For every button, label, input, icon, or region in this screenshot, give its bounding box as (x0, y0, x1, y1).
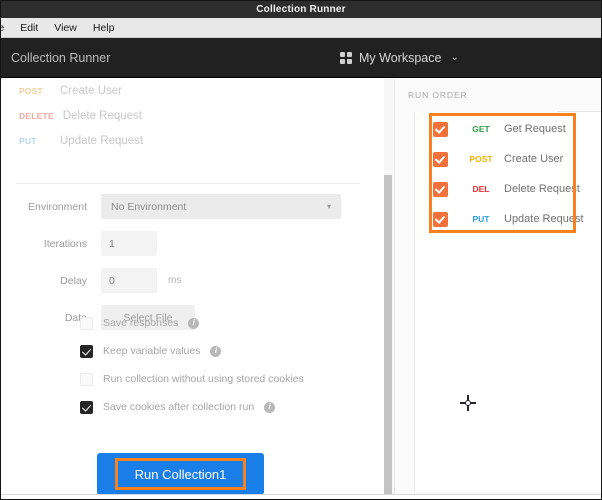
bottom-bar (1, 494, 601, 499)
checkbox-run-order-post[interactable] (433, 152, 448, 167)
option-save-cookies: Save cookies after collection run i (80, 393, 304, 421)
checkbox-save-cookies[interactable] (80, 401, 93, 414)
workspace-selector[interactable]: My Workspace ⌄ (340, 51, 459, 65)
option-label: Save cookies after collection run (103, 401, 254, 413)
iterations-input[interactable] (101, 231, 157, 256)
run-order-name-label: Create User (504, 153, 563, 165)
delay-unit-label: ms (168, 275, 181, 286)
option-label: Run collection without using stored cook… (103, 373, 304, 385)
iterations-row: Iterations (1, 231, 376, 256)
delay-row: Delay ms (1, 268, 376, 293)
run-order-method-label: POST (458, 154, 504, 164)
list-item[interactable]: POST Create User (1, 85, 393, 110)
request-name-label: Create User (60, 85, 122, 97)
run-order-method-label: GET (458, 124, 504, 134)
run-order-name-label: Update Request (504, 213, 584, 225)
runner-body: POST Create User DELETE Delete Request P… (1, 79, 601, 499)
delay-input[interactable] (101, 268, 157, 293)
window-titlebar: Collection Runner (1, 1, 601, 18)
collection-request-list: POST Create User DELETE Delete Request P… (1, 79, 393, 160)
environment-select-value: No Environment (111, 201, 186, 213)
environment-select[interactable]: No Environment ▾ (101, 194, 341, 219)
list-item[interactable]: PUT Update Request (1, 135, 393, 160)
environment-row: Environment No Environment ▾ (1, 194, 376, 219)
checkbox-save-responses[interactable] (80, 317, 93, 330)
request-method-label: PUT (19, 136, 51, 146)
option-label: Keep variable values (103, 345, 200, 357)
request-name-label: Delete Request (63, 110, 142, 122)
checkbox-run-order-del[interactable] (433, 182, 448, 197)
run-order-item-get[interactable]: GET Get Request (415, 116, 602, 142)
run-order-method-label: PUT (458, 214, 504, 224)
run-order-name-label: Get Request (504, 123, 566, 135)
run-order-item-del[interactable]: DEL Delete Request (415, 176, 602, 202)
delay-label: Delay (1, 275, 101, 287)
run-order-item-put[interactable]: PUT Update Request (415, 206, 602, 232)
run-collection-button[interactable]: Run Collection1 (97, 453, 264, 495)
runner-config-pane: POST Create User DELETE Delete Request P… (1, 79, 393, 499)
checkbox-run-order-get[interactable] (433, 122, 448, 137)
option-keep-variable-values: Keep variable values i (80, 337, 304, 365)
section-divider (16, 183, 360, 184)
run-order-list: GET Get Request POST Create User DEL Del… (414, 112, 602, 492)
run-order-name-label: Delete Request (504, 183, 580, 195)
menu-item-view[interactable]: View (46, 20, 85, 36)
run-button-wrapper: Run Collection1 (97, 453, 264, 495)
left-pane-scrollbar-thumb[interactable] (384, 175, 392, 497)
chevron-down-icon: ⌄ (450, 52, 458, 63)
app-title: Collection Runner (11, 51, 110, 65)
run-order-pane: RUN ORDER GET Get Request POST Create Us… (394, 79, 601, 499)
request-method-label: POST (19, 86, 51, 96)
workspace-label: My Workspace (359, 51, 441, 65)
grid-icon (340, 52, 352, 64)
run-options-list: Save responses i Keep variable values i … (80, 309, 304, 421)
info-icon[interactable]: i (264, 402, 275, 413)
option-run-without-cookies: Run collection without using stored cook… (80, 365, 304, 393)
checkbox-run-order-put[interactable] (433, 212, 448, 227)
checkbox-keep-variable-values[interactable] (80, 345, 93, 358)
run-order-method-label: DEL (458, 184, 504, 194)
chevron-down-icon: ▾ (327, 202, 331, 211)
run-order-title: RUN ORDER (408, 90, 468, 100)
run-order-item-post[interactable]: POST Create User (415, 146, 602, 172)
environment-label: Environment (1, 201, 101, 213)
menu-item-file[interactable]: le (0, 20, 12, 36)
checkbox-run-without-cookies[interactable] (80, 373, 93, 386)
iterations-label: Iterations (1, 238, 101, 250)
list-item[interactable]: DELETE Delete Request (1, 110, 393, 135)
request-method-label: DELETE (19, 111, 54, 121)
collection-runner-window: Collection Runner le Edit View Help Coll… (0, 0, 602, 500)
menu-item-help[interactable]: Help (85, 20, 123, 36)
app-header: Collection Runner My Workspace ⌄ (1, 38, 601, 78)
option-label: Save responses (103, 317, 178, 329)
option-save-responses: Save responses i (80, 309, 304, 337)
info-icon[interactable]: i (210, 346, 221, 357)
menubar: le Edit View Help (1, 18, 601, 38)
window-title: Collection Runner (256, 4, 346, 15)
info-icon[interactable]: i (188, 318, 199, 329)
menu-item-edit[interactable]: Edit (12, 20, 46, 36)
request-name-label: Update Request (60, 135, 143, 147)
